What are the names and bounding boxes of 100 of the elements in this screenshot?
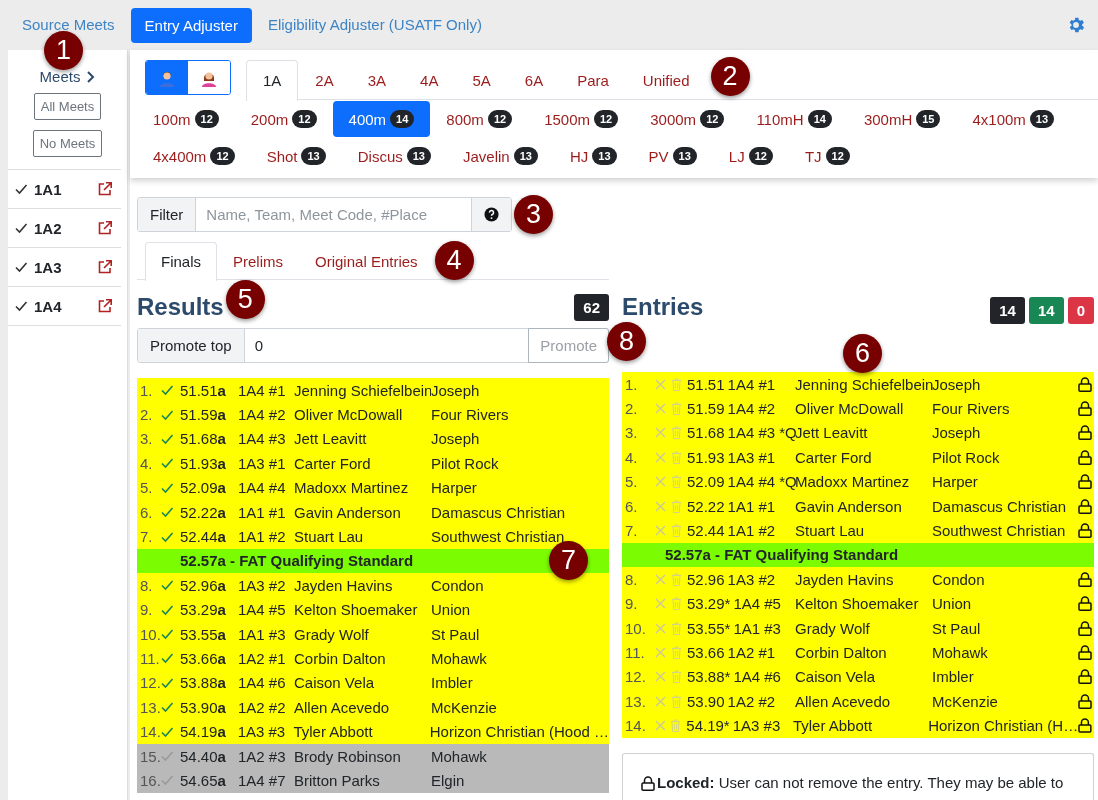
class-tab[interactable]: 5A <box>455 60 508 100</box>
athlete-name: Jett Leavitt <box>795 424 869 442</box>
check-icon <box>160 578 174 593</box>
result-time: 53.29a <box>180 601 227 619</box>
count-badge: 12 <box>487 110 513 128</box>
results-tab[interactable]: Original Entries <box>299 242 434 280</box>
event-pill[interactable]: TJ 12 <box>788 138 866 174</box>
heat-place: 1A4 #5 <box>733 595 781 613</box>
standard-label: 52.57a - FAT Qualifying Standard <box>179 552 414 570</box>
check-icon <box>160 700 174 715</box>
lock-icon <box>641 775 655 791</box>
meet-label: 1A4 <box>34 297 63 315</box>
event-pill[interactable]: 4x400m 12 <box>137 138 251 174</box>
external-link-icon <box>97 220 113 236</box>
class-tab[interactable]: 2A <box>298 60 351 100</box>
event-pill[interactable]: HJ 13 <box>553 138 633 174</box>
place-number: 2. <box>624 400 639 418</box>
event-pill[interactable]: 300mH 15 <box>847 101 957 137</box>
result-time: 51.59a <box>180 406 227 424</box>
result-time: 54.40a <box>180 747 227 765</box>
heat-place: 1A2 #2 <box>238 698 287 716</box>
external-link-icon <box>97 181 113 197</box>
meet-filter-button[interactable]: No Meets <box>32 130 103 157</box>
place-number: 10. <box>139 625 160 643</box>
athlete-name: Stuart Lau <box>795 522 866 540</box>
place-number: 4. <box>139 454 154 472</box>
place-number: 4. <box>624 448 639 466</box>
trash-icon <box>671 597 682 611</box>
heat-place: 1A4 #5 <box>238 601 287 619</box>
count-badge: 13 <box>513 147 538 165</box>
remove-icon <box>654 720 666 732</box>
athlete-name: Grady Wolf <box>294 625 370 643</box>
lock-explanation: Locked: User can not remove the entry. They may be able to <box>657 773 1064 791</box>
event-pill[interactable]: 400m 14 <box>332 101 431 137</box>
team-name: Joseph <box>932 375 982 393</box>
heat-place: 1A3 #1 <box>727 448 776 466</box>
team-name: Pilot Rock <box>431 454 500 472</box>
team-name: Damascus Christian <box>932 497 1068 515</box>
event-pill[interactable]: Shot 13 <box>250 138 342 174</box>
class-tab[interactable]: 6A <box>507 60 561 100</box>
result-time: 52.22a <box>180 503 227 521</box>
event-pill[interactable]: 100m 12 <box>137 101 235 137</box>
gender-toggle[interactable] <box>146 61 188 94</box>
place-number: 14. <box>624 717 647 735</box>
place-number: 16. <box>139 771 160 789</box>
athlete-name: Madoxx Martinez <box>294 479 410 497</box>
count-badge: 13 <box>406 147 431 165</box>
entry-time: 53.90 <box>687 692 725 710</box>
place-number: 5. <box>624 473 639 491</box>
class-tab[interactable]: Para <box>560 60 626 100</box>
team-name: Damascus Christian <box>431 503 567 521</box>
team-name: Imbler <box>431 674 474 692</box>
heat-place: 1A4 #7 <box>238 771 287 789</box>
meet-label: 1A3 <box>34 258 63 276</box>
heat-place: 1A1 #1 <box>238 503 287 521</box>
trash-icon <box>671 402 682 416</box>
event-pill[interactable]: Javelin 13 <box>447 138 554 174</box>
check-icon <box>160 627 174 642</box>
team-name: McKenzie <box>431 698 498 716</box>
class-tab[interactable]: 1A <box>246 60 299 101</box>
check-icon <box>160 505 174 520</box>
count-badge: 12 <box>194 110 219 128</box>
event-pill[interactable]: 110mH 14 <box>740 101 848 137</box>
heat-place: 1A4 #2 <box>727 400 776 418</box>
results-tab[interactable]: Prelims <box>217 242 300 280</box>
athlete-name: Gavin Anderson <box>795 497 903 515</box>
event-pill[interactable]: 800m 12 <box>430 101 529 137</box>
heat-place: 1A4 #4 <box>238 479 287 497</box>
callout-marker: 8 <box>607 322 646 361</box>
event-pill[interactable]: LJ 12 <box>712 138 789 174</box>
class-tab[interactable]: 3A <box>350 60 404 100</box>
event-pill[interactable]: Discus 13 <box>341 138 447 174</box>
nav-tab[interactable]: Entry Adjuster <box>130 7 252 43</box>
event-pill[interactable]: 3000m 12 <box>634 101 741 137</box>
trash-icon <box>671 670 682 684</box>
place-number: 7. <box>139 528 154 546</box>
place-number: 3. <box>624 424 639 442</box>
class-tab[interactable]: 4A <box>403 60 456 100</box>
callout-marker: 2 <box>710 57 750 96</box>
results-tab[interactable]: Finals <box>145 242 217 281</box>
event-pill[interactable]: 4x100m 13 <box>956 101 1071 137</box>
event-pill[interactable]: 200m 12 <box>234 101 333 137</box>
event-pill[interactable]: PV 13 <box>632 138 713 174</box>
count-badge: 13 <box>592 147 617 165</box>
event-pill[interactable]: 1500m 12 <box>528 101 635 137</box>
entry-time: 52.09 <box>687 473 725 491</box>
result-time: 52.09a <box>180 479 227 497</box>
heat-place: 1A2 #1 <box>727 644 776 661</box>
meet-filter-button[interactable]: All Meets <box>33 93 102 120</box>
count-badge: 0 <box>1067 296 1094 324</box>
athlete-name: Caison Vela <box>294 674 376 692</box>
chevron-icon <box>86 70 96 83</box>
filter-label: Filter <box>138 198 197 231</box>
filter-field[interactable]: Filter Name, Team, Meet Code, #Place <box>137 197 512 232</box>
result-time: 51.93a <box>180 454 227 472</box>
count-badge: 12 <box>748 147 773 165</box>
class-tab[interactable]: Unified <box>625 60 707 100</box>
meets-link[interactable]: Meets <box>39 68 96 85</box>
callout-marker: 6 <box>843 334 882 373</box>
trash-icon <box>671 377 682 391</box>
